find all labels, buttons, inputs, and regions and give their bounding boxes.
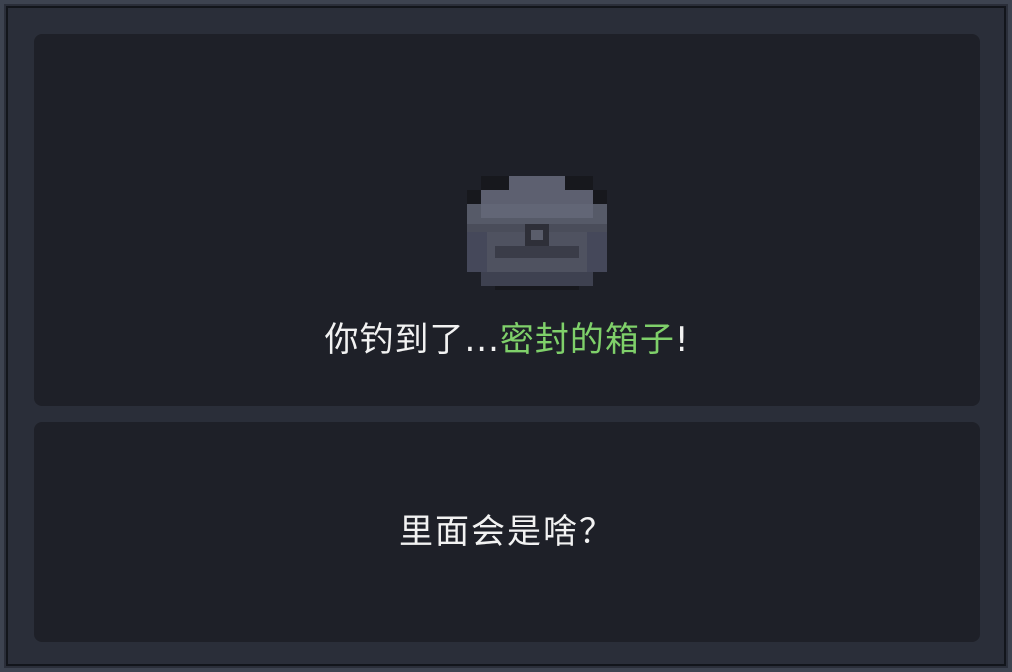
catch-dialog: 你钓到了...密封的箱子! 里面会是啥？: [0, 0, 1012, 672]
caught-item-name: 密封的箱子: [499, 320, 675, 360]
catch-message-prefix: 你钓到了...: [324, 320, 500, 360]
catch-message-suffix: !: [674, 320, 690, 360]
catch-message: 你钓到了...密封的箱子!: [34, 310, 980, 370]
dialog-text-panel[interactable]: 里面会是啥？: [34, 422, 980, 642]
dialog-question: 里面会是啥？: [399, 512, 615, 552]
sealed-chest-icon: [467, 176, 607, 290]
catch-result-panel: 你钓到了...密封的箱子!: [34, 34, 980, 406]
